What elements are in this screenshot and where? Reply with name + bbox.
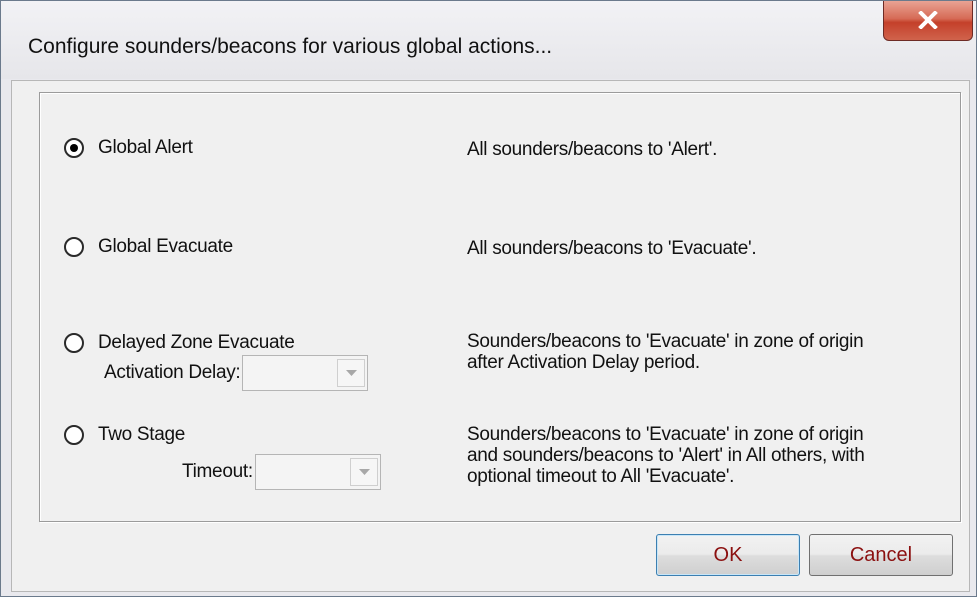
dialog-content: Global Alert All sounders/beacons to 'Al… [11, 80, 970, 592]
radio-button-checked[interactable] [64, 138, 84, 158]
activation-delay-dropdown[interactable] [242, 355, 369, 391]
timeout-label: Timeout: [182, 461, 253, 482]
title-bar: Configure sounders/beacons for various g… [1, 1, 976, 79]
chevron-down-icon [346, 370, 358, 376]
window-title: Configure sounders/beacons for various g… [28, 35, 553, 58]
close-button[interactable] [883, 1, 973, 41]
activation-delay-row: Activation Delay: [104, 355, 369, 391]
cancel-button[interactable]: Cancel [809, 534, 953, 576]
radio-label-global-alert: Global Alert [98, 137, 193, 158]
radio-global-evacuate[interactable]: Global Evacuate [64, 236, 233, 258]
description-global-evacuate: All sounders/beacons to 'Evacuate'. [467, 238, 757, 259]
description-line: All sounders/beacons to 'Alert'. [467, 139, 718, 160]
close-x-icon [918, 11, 938, 29]
description-global-alert: All sounders/beacons to 'Alert'. [467, 139, 717, 160]
description-line: optional timeout to All 'Evacuate'. [467, 466, 735, 487]
options-group: Global Alert All sounders/beacons to 'Al… [39, 92, 961, 522]
chevron-down-icon [358, 469, 370, 475]
radio-button[interactable] [64, 333, 84, 353]
radio-button[interactable] [64, 237, 84, 257]
description-line: Sounders/beacons to 'Evacuate' in zone o… [467, 424, 864, 445]
dropdown-button[interactable] [337, 359, 366, 387]
radio-two-stage[interactable]: Two Stage [64, 424, 185, 446]
radio-global-alert[interactable]: Global Alert [64, 137, 193, 159]
description-two-stage: Sounders/beacons to 'Evacuate' in zone o… [467, 424, 865, 487]
radio-delayed-zone-evacuate[interactable]: Delayed Zone Evacuate [64, 332, 295, 354]
description-line: Sounders/beacons to 'Evacuate' in zone o… [467, 331, 864, 352]
ok-button[interactable]: OK [656, 534, 800, 576]
description-delayed-zone-evacuate: Sounders/beacons to 'Evacuate' in zone o… [467, 331, 864, 373]
description-line: and sounders/beacons to 'Alert' in All o… [467, 445, 865, 466]
dropdown-button[interactable] [349, 458, 378, 486]
dialog-window: Configure sounders/beacons for various g… [0, 0, 977, 597]
description-line: All sounders/beacons to 'Evacuate'. [467, 238, 757, 259]
timeout-dropdown[interactable] [254, 454, 381, 490]
activation-delay-label: Activation Delay: [104, 362, 241, 383]
radio-label-two-stage: Two Stage [98, 424, 186, 445]
radio-button[interactable] [64, 425, 84, 445]
description-line: after Activation Delay period. [467, 352, 700, 373]
timeout-row: Timeout: [182, 454, 381, 490]
radio-label-delayed-zone-evacuate: Delayed Zone Evacuate [98, 332, 295, 353]
radio-label-global-evacuate: Global Evacuate [98, 236, 233, 257]
